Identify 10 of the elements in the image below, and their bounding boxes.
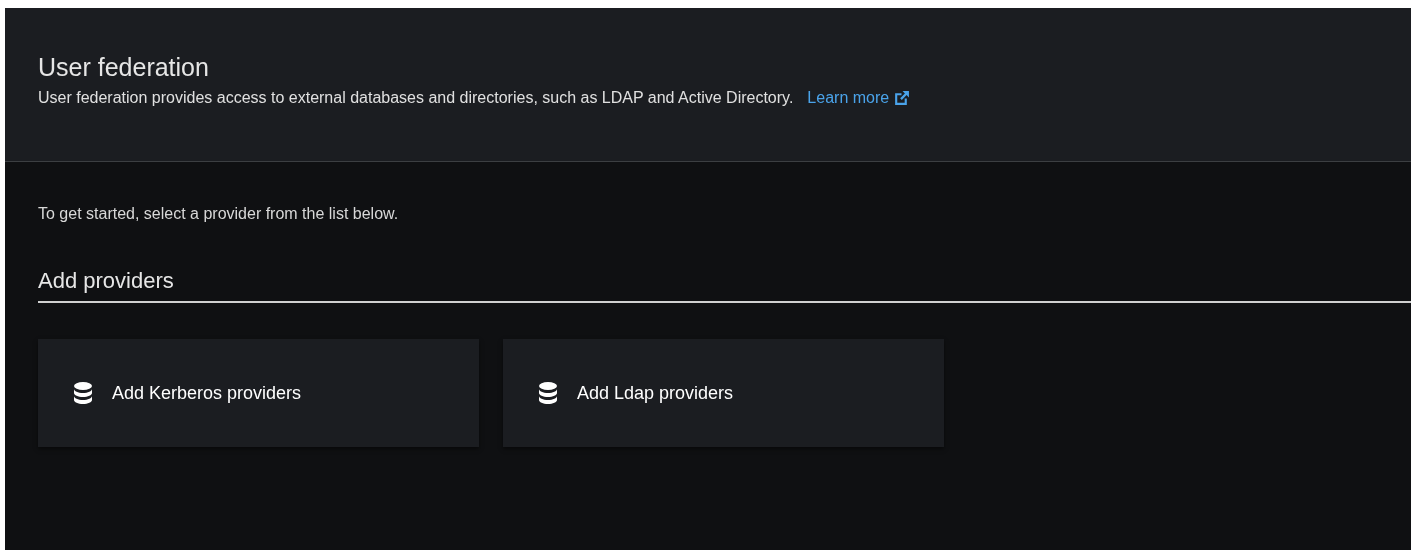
external-link-icon [893, 89, 911, 107]
database-icon [74, 382, 92, 404]
database-icon [539, 382, 557, 404]
page-title: User federation [38, 52, 210, 82]
learn-more-link[interactable]: Learn more [807, 86, 911, 110]
provider-card[interactable]: Add Kerberos providers [38, 339, 479, 447]
page-description: User federation provides access to external databases and directories, such as LDAP and Active Directory. [38, 88, 794, 108]
section-heading: Add providers [38, 264, 1411, 303]
intro-text: To get started, select a provider from the list below. [38, 204, 400, 224]
provider-card[interactable]: Add Ldap providers [503, 339, 944, 447]
